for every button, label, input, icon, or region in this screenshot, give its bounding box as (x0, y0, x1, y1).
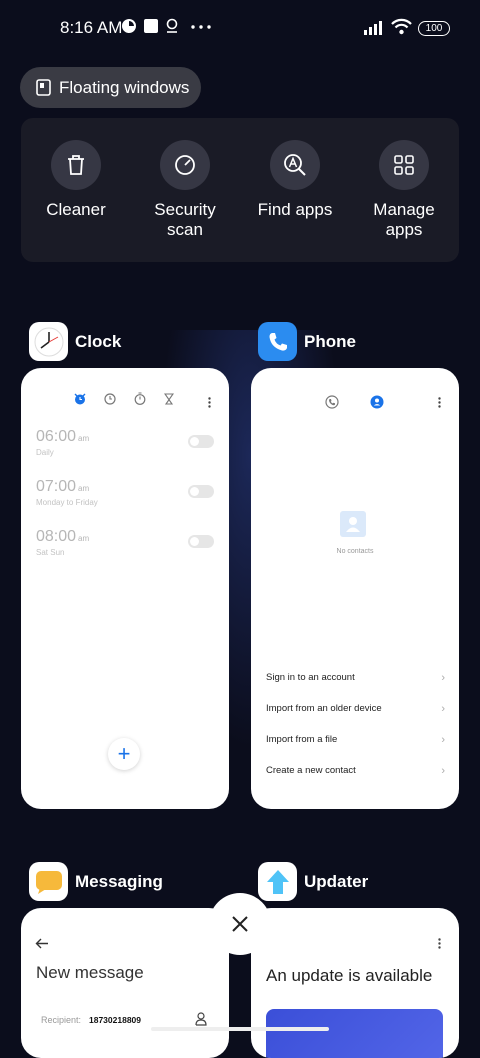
option-label: Sign in to an account (266, 672, 355, 683)
alarm-days: Sat Sun (36, 548, 65, 557)
chevron-right-icon: › (441, 703, 445, 715)
back-arrow-icon[interactable] (35, 938, 49, 949)
wifi-icon (391, 18, 412, 35)
find-apps-button[interactable]: Find apps (240, 140, 350, 220)
alarm-item[interactable]: 06:00 am Daily (36, 428, 89, 457)
home-indicator[interactable] (151, 1027, 329, 1031)
security-scan-label: Security scan (154, 200, 216, 239)
manage-apps-button[interactable]: Manage apps (349, 140, 459, 240)
status-time: 8:16 AM (60, 18, 123, 37)
update-available-title: An update is available (266, 966, 433, 985)
notification-square-icon (144, 19, 158, 33)
data-saver-icon (122, 19, 136, 33)
phone-app-card[interactable]: No contacts Sign in to an account › Impor… (251, 368, 459, 809)
recents-tab-icon[interactable] (325, 395, 339, 409)
updater-app-card[interactable]: An update is available (251, 908, 459, 1058)
empty-contacts-icon (340, 511, 366, 537)
phone-app-icon (258, 322, 297, 361)
updater-app-header[interactable]: Updater (258, 862, 368, 901)
security-scan-button[interactable]: Security scan (130, 140, 240, 240)
close-all-button[interactable] (209, 893, 271, 955)
messaging-app-header[interactable]: Messaging (29, 862, 163, 901)
close-icon (232, 916, 248, 932)
phone-app-header[interactable]: Phone (258, 322, 356, 361)
signal-icon (364, 21, 382, 35)
plus-icon: + (117, 741, 131, 766)
stopwatch-tab-icon[interactable] (134, 392, 146, 405)
quick-actions-panel: Cleaner Security scan Find apps Manage a… (21, 118, 459, 262)
alarm-toggle[interactable] (188, 535, 214, 548)
new-message-title: New message (36, 963, 144, 982)
status-bar: 8:16 AM 100 (0, 0, 480, 56)
cleaner-label: Cleaner (46, 200, 106, 219)
alarm-ampm: am (78, 484, 90, 493)
world-clock-tab-icon[interactable] (104, 393, 116, 405)
cleaner-button[interactable]: Cleaner (21, 140, 131, 220)
chevron-right-icon: › (441, 734, 445, 746)
update-banner (266, 1009, 443, 1058)
trash-icon (68, 155, 84, 175)
updater-app-name: Updater (304, 871, 369, 891)
security-scan-icon (175, 155, 195, 175)
import-file-option[interactable]: Import from a file › (266, 734, 445, 746)
import-older-device-option[interactable]: Import from an older device › (266, 703, 445, 715)
chevron-right-icon: › (441, 765, 445, 777)
create-contact-option[interactable]: Create a new contact › (266, 765, 445, 777)
alarm-days: Daily (36, 448, 54, 457)
updater-app-icon (258, 862, 297, 901)
floating-windows-label: Floating windows (59, 77, 190, 97)
recipient-label: Recipient: (41, 1015, 82, 1025)
clock-app-header[interactable]: Clock (29, 322, 121, 361)
contacts-tab-icon[interactable] (370, 395, 384, 409)
location-icon (166, 18, 178, 33)
alarm-item[interactable]: 08:00 am Sat Sun (36, 528, 89, 557)
phone-more-icon[interactable] (438, 397, 441, 408)
alarm-ampm: am (78, 534, 90, 543)
clock-app-card[interactable]: 06:00 am Daily 07:00 am Monday to Friday 0… (21, 368, 229, 809)
no-contacts-text: No contacts (336, 548, 374, 555)
phone-app-name: Phone (304, 331, 356, 351)
alarm-tab-icon[interactable] (73, 392, 87, 406)
find-apps-label: Find apps (257, 200, 333, 219)
option-label: Import from an older device (266, 703, 382, 714)
option-label: Create a new contact (266, 765, 356, 776)
alarm-toggle[interactable] (188, 435, 214, 448)
clock-app-name: Clock (75, 331, 122, 351)
alarm-time: 07:00 (36, 478, 77, 495)
grid-icon (394, 155, 414, 175)
chevron-right-icon: › (441, 672, 445, 684)
alarm-toggle[interactable] (188, 485, 214, 498)
timer-tab-icon[interactable] (164, 393, 174, 405)
messaging-app-card[interactable]: New message Recipient: 18730218809 (21, 908, 229, 1058)
add-contact-icon[interactable] (195, 1012, 207, 1026)
sign-in-option[interactable]: Sign in to an account › (266, 672, 445, 684)
alarm-time: 06:00 (36, 428, 77, 445)
recipient-input[interactable]: 18730218809 (89, 1015, 141, 1025)
alarm-time: 08:00 (36, 528, 77, 545)
add-alarm-button[interactable]: + (108, 738, 140, 770)
manage-apps-label: Manage apps (373, 200, 435, 239)
messaging-app-icon (29, 862, 68, 901)
floating-windows-button[interactable]: Floating windows (20, 67, 201, 108)
battery-indicator: 100 (418, 21, 450, 36)
alarm-ampm: am (78, 434, 90, 443)
clock-app-icon (29, 322, 68, 361)
messaging-app-name: Messaging (75, 871, 163, 891)
floating-window-icon (36, 79, 51, 96)
alarm-days: Monday to Friday (36, 498, 98, 507)
more-dots-icon (191, 25, 211, 29)
clock-more-icon[interactable] (208, 397, 211, 408)
updater-more-icon[interactable] (438, 938, 441, 949)
option-label: Import from a file (266, 734, 338, 745)
alarm-item[interactable]: 07:00 am Monday to Friday (36, 478, 98, 507)
find-apps-icon (284, 154, 306, 176)
